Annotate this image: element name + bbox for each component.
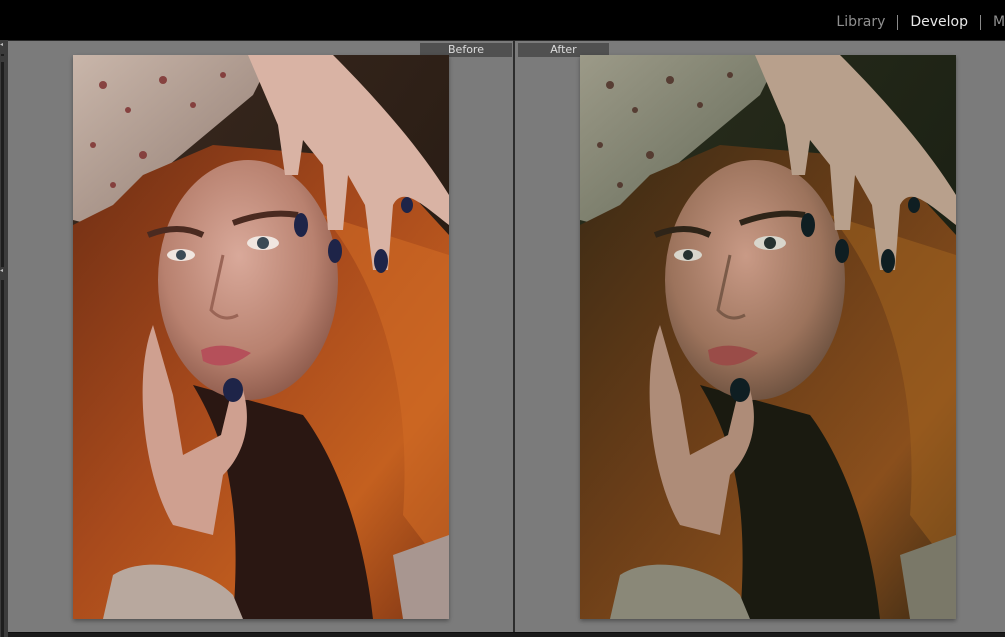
module-library[interactable]: Library — [824, 14, 897, 30]
portrait-image — [73, 55, 449, 619]
module-picker: Library Develop M — [824, 12, 1005, 32]
filmstrip-edge[interactable] — [8, 632, 1005, 637]
navigator-panel-edge — [1, 62, 4, 267]
panel-collapse-arrow-icon[interactable]: ◂ — [0, 42, 6, 48]
presets-panel-edge — [1, 280, 4, 637]
before-photo[interactable] — [73, 55, 449, 619]
compare-divider — [513, 41, 515, 633]
compare-workspace: Before After — [8, 40, 1005, 633]
module-bar: Library Develop M — [0, 0, 1005, 40]
panel-divider — [1, 54, 4, 56]
portrait-image — [580, 55, 956, 619]
panel-collapse-arrow-icon[interactable]: ◂ — [0, 268, 6, 274]
module-develop[interactable]: Develop — [898, 14, 980, 30]
after-photo[interactable] — [580, 55, 956, 619]
left-panel-edge[interactable]: ◂ ◂ — [0, 40, 8, 637]
module-map[interactable]: M — [981, 14, 1005, 30]
lightroom-window: Library Develop M ◂ ◂ Before After — [0, 0, 1005, 637]
